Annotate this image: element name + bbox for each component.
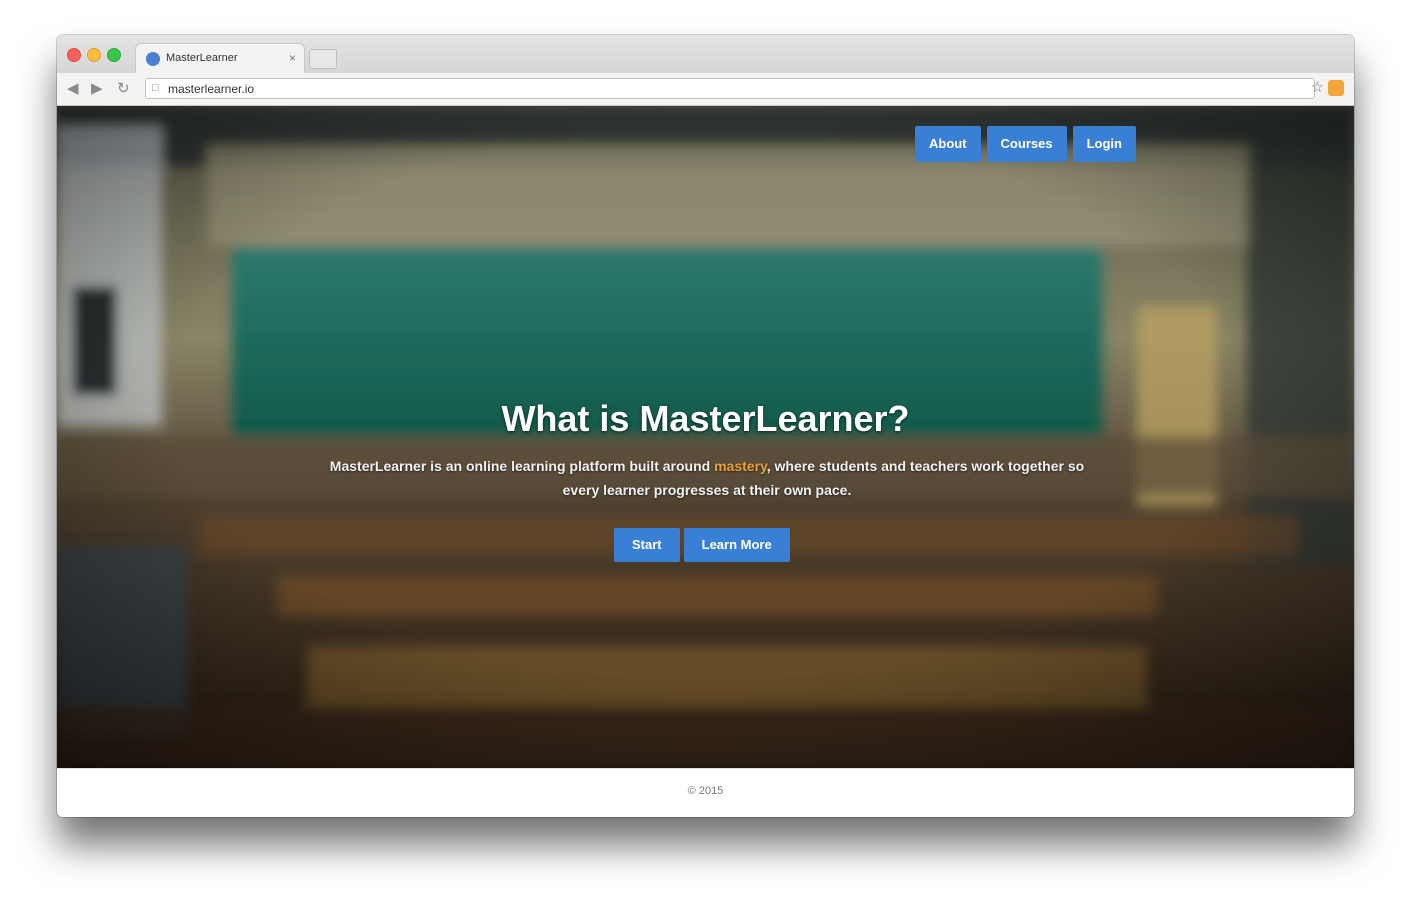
- url-text: masterlearner.io: [168, 82, 255, 96]
- browser-tab[interactable]: MasterLearner ×: [135, 43, 305, 73]
- address-bar[interactable]: □ masterlearner.io: [145, 78, 1315, 99]
- forward-arrow-icon[interactable]: ▶: [91, 79, 103, 97]
- browser-toolbar: ◀ ▶ ↻ □ masterlearner.io ☆: [57, 73, 1354, 106]
- browser-window: MasterLearner × ◀ ▶ ↻ □ masterlearner.io…: [57, 35, 1354, 817]
- tab-title: MasterLearner: [166, 52, 238, 64]
- bookmark-star-icon[interactable]: ☆: [1311, 78, 1324, 96]
- extension-icon[interactable]: [1328, 80, 1344, 96]
- window-close-button[interactable]: [67, 48, 81, 62]
- page-icon: □: [152, 82, 159, 94]
- top-navigation: About Courses Login: [915, 126, 1136, 162]
- tab-close-icon[interactable]: ×: [289, 51, 296, 65]
- page-viewport: About Courses Login What is MasterLearne…: [57, 106, 1354, 768]
- footer-text: © 2015: [687, 785, 724, 797]
- back-arrow-icon[interactable]: ◀: [67, 79, 79, 97]
- hero-section: About Courses Login What is MasterLearne…: [57, 106, 1354, 768]
- nav-login-button[interactable]: Login: [1072, 126, 1136, 162]
- hero-buttons: Start Learn More: [614, 528, 790, 562]
- start-button[interactable]: Start: [614, 528, 680, 562]
- page-footer: © 2015: [57, 768, 1354, 817]
- reload-icon[interactable]: ↻: [117, 79, 130, 97]
- tab-strip: MasterLearner ×: [57, 35, 1354, 73]
- new-tab-button[interactable]: [309, 49, 337, 69]
- learn-more-button[interactable]: Learn More: [683, 528, 790, 562]
- nav-courses-button[interactable]: Courses: [986, 126, 1067, 162]
- hero-text-part: MasterLearner is an online learning plat…: [329, 458, 715, 474]
- hero-text-highlight: mastery: [714, 458, 767, 474]
- hero-title: What is MasterLearner?: [501, 398, 910, 439]
- favicon-icon: [146, 52, 160, 66]
- window-maximize-button[interactable]: [107, 48, 121, 62]
- nav-about-button[interactable]: About: [915, 126, 981, 162]
- window-minimize-button[interactable]: [87, 48, 101, 62]
- hero-description: MasterLearner is an online learning plat…: [317, 454, 1097, 502]
